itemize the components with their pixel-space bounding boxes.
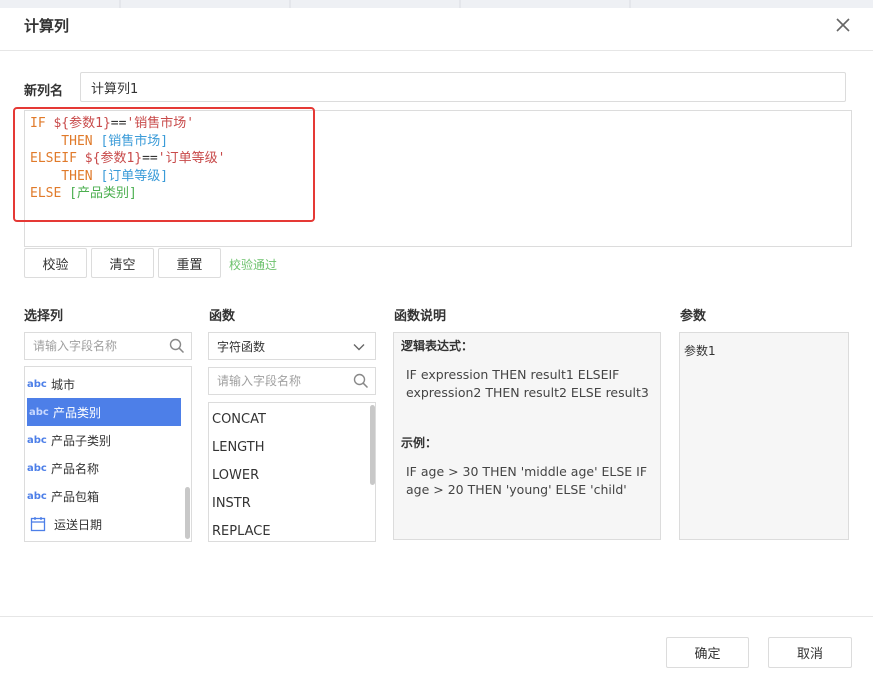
text-type-icon: abc — [27, 491, 49, 502]
list-item-column[interactable]: abc 产品包箱 — [25, 482, 181, 510]
list-item-column[interactable]: abc 城市 — [25, 370, 181, 398]
list-item-function[interactable]: INSTR — [212, 489, 362, 517]
column-name: 运送日期 — [54, 516, 102, 533]
example-heading: 示例： — [401, 434, 437, 451]
reset-button[interactable]: 重置 — [158, 248, 221, 278]
background-grid-icon — [0, 0, 873, 8]
expression-highlight-box — [13, 107, 315, 222]
column-search-input[interactable] — [25, 333, 191, 359]
description-heading: 逻辑表达式： — [401, 337, 473, 354]
function-search[interactable] — [208, 367, 376, 395]
list-item-param[interactable]: 参数1 — [684, 342, 716, 359]
description-example: IF age > 30 THEN 'middle age' ELSE IF ag… — [406, 463, 656, 499]
clear-button[interactable]: 清空 — [91, 248, 154, 278]
column-name: 城市 — [51, 376, 75, 393]
dialog-title: 计算列 — [24, 15, 69, 36]
search-icon[interactable] — [353, 373, 369, 389]
description-panel-title: 函数说明 — [394, 305, 446, 324]
column-name: 产品类别 — [53, 404, 101, 421]
list-item-function[interactable]: LOWER — [212, 461, 362, 489]
text-type-icon: abc — [27, 435, 49, 446]
footer-divider — [0, 616, 873, 617]
column-name: 产品包箱 — [51, 488, 99, 505]
param-panel-title: 参数 — [680, 305, 706, 324]
column-list-scrollbar[interactable] — [185, 487, 190, 539]
function-panel-title: 函数 — [209, 305, 235, 324]
background-strip — [0, 0, 873, 8]
list-item-column[interactable]: abc 产品子类别 — [25, 426, 181, 454]
text-type-icon: abc — [27, 379, 49, 390]
column-search[interactable] — [24, 332, 192, 360]
column-list[interactable]: abc 城市 abc 产品类别 abc 产品子类别 abc 产品名称 abc 产… — [24, 366, 192, 542]
description-syntax: IF expression THEN result1 ELSEIF expres… — [406, 366, 656, 402]
list-item-column-selected[interactable]: abc 产品类别 — [27, 398, 181, 426]
close-icon[interactable] — [832, 14, 854, 36]
calendar-icon — [30, 516, 46, 532]
validate-status: 校验通过 — [229, 256, 277, 273]
text-type-icon: abc — [29, 407, 51, 418]
function-category-select[interactable]: 字符函数 — [208, 332, 376, 360]
text-type-icon: abc — [27, 463, 49, 474]
new-column-label: 新列名 — [24, 80, 63, 99]
function-list[interactable]: CONCAT LENGTH LOWER INSTR REPLACE — [208, 402, 376, 542]
column-name: 产品子类别 — [51, 432, 111, 449]
cancel-button[interactable]: 取消 — [768, 637, 852, 668]
list-item-function[interactable]: LENGTH — [212, 433, 362, 461]
column-panel-title: 选择列 — [24, 305, 63, 324]
column-name: 产品名称 — [51, 460, 99, 477]
list-item-column[interactable]: abc 产品名称 — [25, 454, 181, 482]
list-item-function[interactable]: CONCAT — [212, 405, 362, 433]
function-search-input[interactable] — [209, 368, 375, 394]
title-divider — [0, 50, 873, 51]
function-description: 逻辑表达式： IF expression THEN result1 ELSEIF… — [393, 332, 661, 540]
chevron-down-icon — [353, 342, 365, 352]
list-item-function[interactable]: REPLACE — [212, 517, 362, 542]
ok-button[interactable]: 确定 — [666, 637, 749, 668]
list-item-column[interactable]: 运送日期 — [25, 510, 181, 538]
new-column-name-input[interactable] — [80, 72, 846, 102]
function-list-scrollbar[interactable] — [370, 405, 375, 485]
validate-button[interactable]: 校验 — [24, 248, 87, 278]
search-icon[interactable] — [169, 338, 185, 354]
function-category-value: 字符函数 — [217, 338, 265, 355]
param-list[interactable]: 参数1 — [679, 332, 849, 540]
